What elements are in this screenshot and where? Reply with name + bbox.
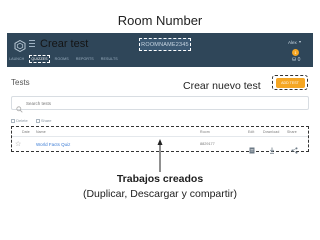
annotation-arrow (157, 139, 163, 172)
trabajos-creados-subtitle: (Duplicar, Descargar y compartir) (82, 188, 238, 200)
trabajos-creados-annotation: Trabajos creados (116, 173, 204, 185)
